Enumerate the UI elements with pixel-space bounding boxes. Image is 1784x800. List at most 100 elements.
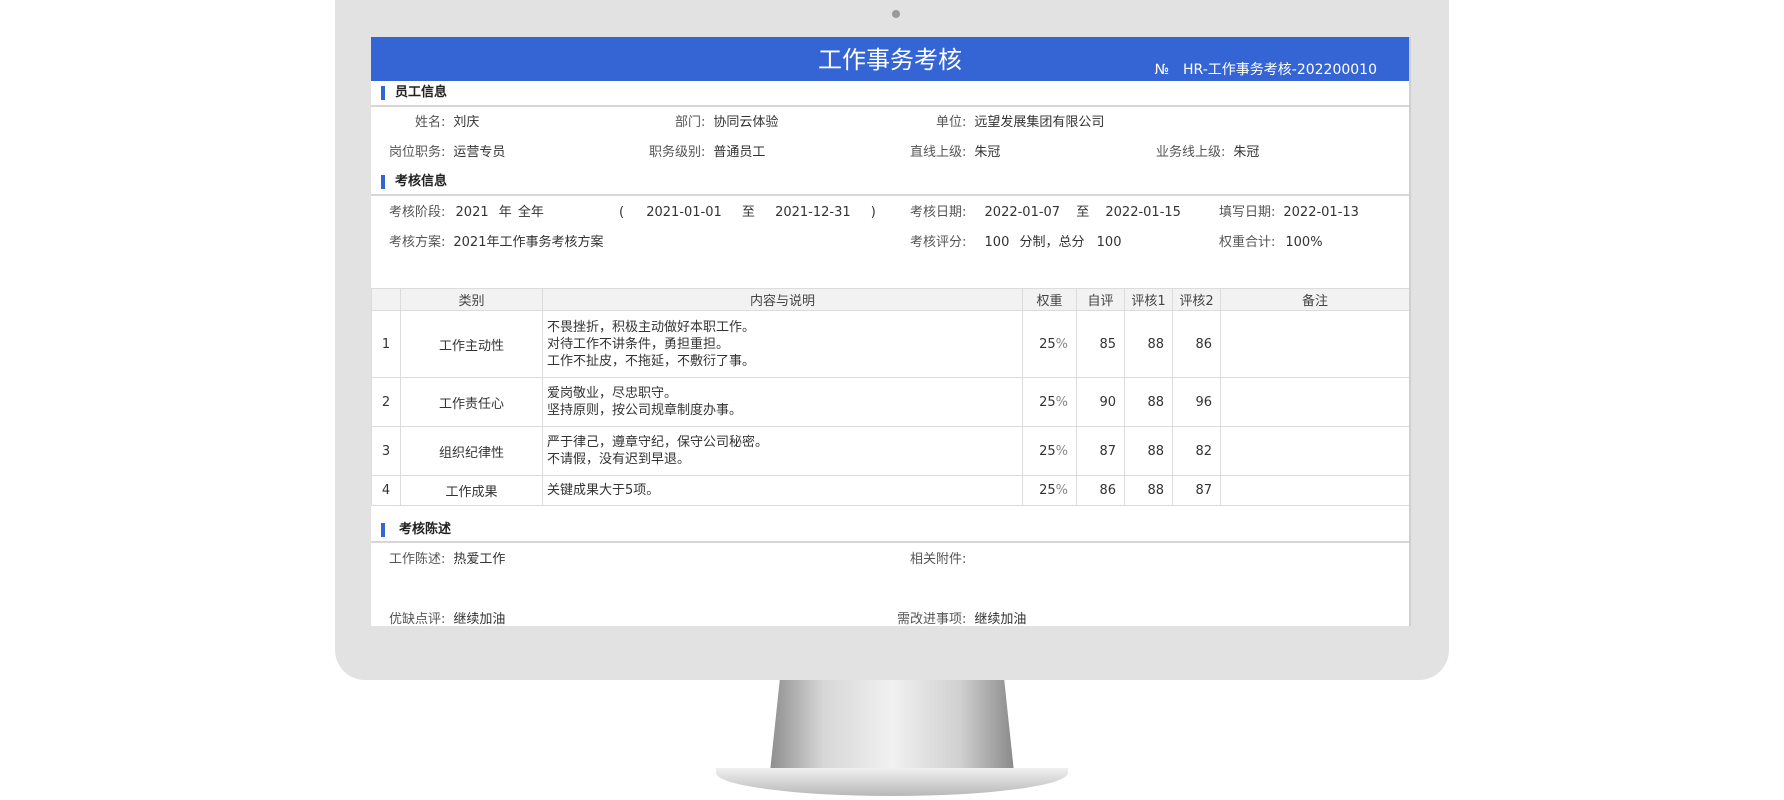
- description-line: 不请假，没有迟到早退。: [547, 452, 691, 467]
- column-header: 类别: [400, 288, 543, 311]
- field-fill-date: 填写日期: 2022-01-13: [1219, 201, 1359, 220]
- row-remark: [1220, 377, 1409, 427]
- label: 姓名:: [415, 115, 446, 130]
- row-review1: 88: [1124, 377, 1173, 427]
- score-mid: 分制，总分: [1019, 235, 1085, 250]
- row-remark: [1220, 475, 1409, 506]
- label: 单位:: [936, 115, 967, 130]
- row-category: 工作主动性: [400, 310, 543, 378]
- value: 朱冠: [974, 145, 1001, 160]
- row-description: 关键成果大于5项。: [542, 475, 1023, 506]
- section-divider: [371, 541, 1409, 543]
- row-self-score: 86: [1076, 475, 1125, 506]
- column-header: [371, 288, 401, 311]
- row-category: 工作成果: [400, 475, 543, 506]
- section-title-assessment: 考核信息: [381, 175, 447, 189]
- row-category: 工作责任心: [400, 377, 543, 427]
- field-assessment-date: 考核日期: 2022-01-07 至 2022-01-15: [910, 201, 1181, 220]
- row-description: 严于律己，遵章守纪，保守公司秘密。 不请假，没有迟到早退。: [542, 426, 1023, 476]
- monitor-stand-base: [716, 768, 1068, 796]
- row-category: 组织纪律性: [400, 426, 543, 476]
- table-header-row: 类别 内容与说明 权重 自评 评核1 评核2 备注: [371, 288, 1409, 311]
- percent-sign: %: [1055, 394, 1068, 410]
- value: 继续加油: [453, 612, 506, 626]
- row-review2: 82: [1172, 426, 1221, 476]
- field-work-statement: 工作陈述: 热爱工作: [389, 548, 505, 567]
- date-start: 2022-01-07: [984, 205, 1061, 220]
- field-direct-superior: 直线上级: 朱冠: [910, 141, 1000, 160]
- row-number: 4: [371, 475, 401, 506]
- stage-year: 2021: [455, 205, 489, 220]
- label: 考核评分:: [910, 235, 967, 250]
- field-name: 姓名: 刘庆: [415, 111, 479, 130]
- column-header: 备注: [1220, 288, 1409, 311]
- field-plan: 考核方案: 2021年工作事务考核方案: [389, 231, 603, 250]
- row-weight: 25%: [1022, 310, 1077, 378]
- field-business-superior: 业务线上级: 朱冠: [1156, 141, 1259, 160]
- label: 需改进事项:: [897, 612, 967, 626]
- table-row: 2 工作责任心 爱岗敬业，尽忠职守。 坚持原则，按公司规章制度办事。 25% 9…: [371, 377, 1409, 427]
- row-self-score: 87: [1076, 426, 1125, 476]
- camera-icon: [892, 10, 900, 18]
- label: 填写日期:: [1219, 205, 1276, 220]
- field-weight-total: 权重合计: 100%: [1219, 231, 1323, 250]
- document-number-value: HR-工作事务考核-202200010: [1183, 62, 1377, 78]
- description-line: 工作不扯皮，不拖延，不敷衍了事。: [547, 353, 756, 369]
- assessment-table: 类别 内容与说明 权重 自评 评核1 评核2 备注 1 工作主动性 不畏挫折，积…: [371, 288, 1409, 506]
- score-mode: 100: [984, 235, 1010, 250]
- row-self-score: 85: [1076, 310, 1125, 378]
- stage-end: 2021-12-31: [775, 205, 851, 220]
- stage-to: 至: [741, 205, 755, 220]
- weight-value: 25: [1039, 443, 1056, 459]
- label: 直线上级:: [910, 145, 967, 160]
- stage-start: 2021-01-01: [646, 205, 722, 220]
- column-header: 自评: [1076, 288, 1125, 311]
- description-line: 严于律己，遵章守纪，保守公司秘密。: [547, 435, 769, 450]
- value: 100%: [1285, 235, 1323, 250]
- row-number: 2: [371, 377, 401, 427]
- row-weight: 25%: [1022, 475, 1077, 506]
- value: 普通员工: [713, 145, 766, 160]
- field-rank: 职务级别: 普通员工: [649, 141, 765, 160]
- label: 部门:: [675, 115, 706, 130]
- field-attachment: 相关附件:: [910, 548, 974, 567]
- label: 职务级别:: [649, 145, 706, 160]
- description-line: 不畏挫折，积极主动做好本职工作。: [547, 319, 756, 335]
- column-header: 评核2: [1172, 288, 1221, 311]
- value: 热爱工作: [453, 552, 506, 567]
- label: 考核日期:: [910, 205, 967, 220]
- row-weight: 25%: [1022, 377, 1077, 427]
- value: 刘庆: [453, 115, 480, 130]
- percent-sign: %: [1055, 483, 1068, 498]
- label: 权重合计:: [1219, 235, 1276, 250]
- date-end: 2022-01-15: [1105, 205, 1181, 220]
- section-title-statement: 考核陈述: [381, 523, 451, 537]
- value: 朱冠: [1233, 145, 1260, 160]
- field-post: 岗位职务: 运营专员: [389, 141, 505, 160]
- field-review: 优缺点评: 继续加油: [389, 608, 505, 626]
- field-stage-range: ( 2021-01-01 至 2021-12-31 ): [619, 201, 876, 220]
- paren-open: (: [619, 205, 625, 220]
- row-review1: 88: [1124, 475, 1173, 506]
- label: 相关附件:: [910, 552, 967, 567]
- value: 运营专员: [453, 145, 506, 160]
- score-total: 100: [1096, 235, 1122, 250]
- row-review2: 86: [1172, 310, 1221, 378]
- label: 岗位职务:: [389, 145, 446, 160]
- section-title-employee: 员工信息: [381, 86, 447, 100]
- column-header: 内容与说明: [542, 288, 1023, 311]
- field-score: 考核评分: 100 分制，总分 100: [910, 231, 1121, 250]
- description-line: 关键成果大于5项。: [547, 483, 660, 498]
- section-divider: [371, 194, 1409, 196]
- number-sign: №: [1154, 62, 1170, 78]
- table-row: 1 工作主动性 不畏挫折，积极主动做好本职工作。 对待工作不讲条件，勇担重担。 …: [371, 310, 1409, 378]
- label: 优缺点评:: [389, 612, 446, 626]
- column-header: 评核1: [1124, 288, 1173, 311]
- stage-year-unit: 年: [498, 205, 512, 220]
- field-dept: 部门: 协同云体验: [675, 111, 778, 130]
- form-header: 工作事务考核 № HR-工作事务考核-202200010: [371, 37, 1409, 81]
- screen: 工作事务考核 № HR-工作事务考核-202200010 员工信息 姓名: 刘庆 部…: [371, 37, 1411, 626]
- description-line: 对待工作不讲条件，勇担重担。: [547, 336, 730, 352]
- monitor-stand: [770, 680, 1014, 772]
- row-remark: [1220, 426, 1409, 476]
